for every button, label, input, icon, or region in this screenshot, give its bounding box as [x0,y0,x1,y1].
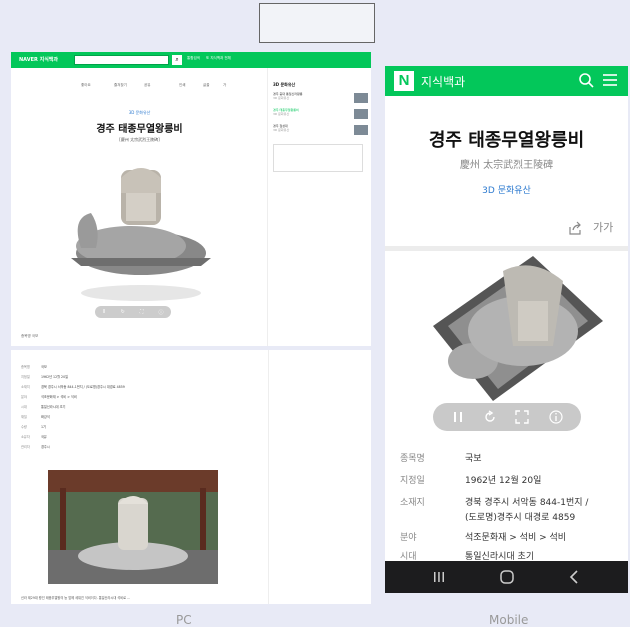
pc-tool-like[interactable]: 좋아요 [81,83,91,88]
pc-info-row: 지정일 1962년 12월 20일 [21,375,69,379]
pc-search-input[interactable] [74,55,169,65]
mobile-brand[interactable]: 지식백과 [421,73,465,90]
pc-tool-size[interactable]: 가 [223,83,226,88]
pc-info-row: 관리자 경주시 [21,445,50,449]
mobile-subtitle-link[interactable]: 3D 문화유산 [385,183,628,196]
pc-page-title: 경주 태종무열왕릉비 [96,124,183,135]
pc-label: PC [176,613,192,627]
pc-tool-share[interactable]: 공유 [144,83,150,88]
mobile-hanja-title: 慶州 太宗武烈王陵碑 [459,160,554,171]
sidebar-thumbnail [354,125,368,135]
rotate-icon[interactable]: ↻ [121,309,125,315]
back-icon[interactable] [567,569,583,585]
share-icon[interactable] [568,221,582,235]
recent-apps-icon[interactable] [431,569,447,585]
mobile-info-row: 분야 석조문화재 > 석비 > 석비 [400,533,567,543]
pc-info-row: 수량 1기 [21,425,46,429]
naver-logo[interactable]: N [394,71,414,91]
pause-icon[interactable]: II [103,309,106,315]
pc-sidebar-item[interactable]: 경주 첨성대 3D 문화유산 [273,124,368,140]
pc-sidebar-item[interactable]: 경주 중대 통일신라왕릉 3D 문화유산 [273,92,368,108]
pc-info-row: 소재지 경북 경주시 서악동 844-1번지 / (도로명)경주시 대경로 485… [21,385,125,389]
pc-search-button[interactable]: 통합검색 [187,56,200,61]
mobile-3d-model-image[interactable] [423,251,603,416]
mobile-header: N 지식백과 [385,66,628,96]
fullscreen-icon[interactable] [515,410,529,424]
mobile-info-row: 지정일 1962년 12월 20일 [400,476,542,486]
menu-icon[interactable] [603,72,617,88]
pause-icon[interactable] [451,410,465,424]
pc-sidebar-title: 3D 문화유산 [273,82,296,87]
pc-model-controls: II ↻ ⛶ ⓘ [95,306,171,318]
sidebar-ad-box[interactable] [273,144,363,172]
pc-header: NAVER 지식백과 ⌕ 통합검색 또 지식백과 전체 [11,52,371,68]
pc-info-row: 시대 통일신라시대 초기 [21,405,66,409]
fullscreen-icon[interactable]: ⛶ [140,309,144,315]
home-icon[interactable] [499,569,515,585]
pc-screenshot: NAVER 지식백과 ⌕ 통합검색 또 지식백과 전체 좋아요 즐겨찾기 공유 … [11,52,371,604]
pc-info-section: 종목명 국보 지정일 1962년 12월 20일 소재지 경북 경주시 서악동 844… [11,350,371,604]
pc-photo-caption: 신라 제29대 왕인 태종무열왕의 능 앞에 세워진 석비이다. 통일신라시대 … [21,596,131,600]
pc-3d-model-image[interactable] [61,158,221,308]
mobile-model-controls [433,403,581,431]
pc-sidebar: 3D 문화유산 경주 중대 통일신라왕릉 3D 문화유산 경주 태종무열왕릉비 … [273,82,368,172]
sidebar-thumbnail [354,93,368,103]
divider [268,350,269,604]
mobile-label: Mobile [489,613,529,627]
sidebar-thumbnail [354,109,368,119]
mobile-screenshot: N 지식백과 경주 태종무열왕릉비 慶州 太宗武烈王陵碑 3D 문화유산 가가 [385,66,628,593]
font-size-button[interactable]: 가가 [593,219,613,235]
pc-info-row: 분야 석조문화재 > 석비 > 석비 [21,395,77,399]
pc-info-row: 재질 화강석 [21,415,50,419]
pc-info-row: 종목명 국보 [21,365,47,369]
pc-meta-row: 종목명 국보 [21,334,39,338]
info-icon[interactable]: ⓘ [158,309,163,316]
search-icon[interactable]: ⌕ [172,55,182,65]
blank-placeholder-box [259,3,375,43]
pc-tool-font[interactable]: 글꼴 [203,83,209,88]
pc-header-link[interactable]: 또 지식백과 전체 [206,56,231,61]
pc-monument-photo[interactable] [48,470,218,584]
mobile-info-row: 종목명 국보 [400,454,482,464]
mobile-info-row: 소재지 경북 경주시 서악동 844-1번지 / [400,498,589,508]
pc-main-content: 좋아요 즐겨찾기 공유 인쇄 글꼴 가 3D 문화유산 경주 태종무열왕릉비 [… [11,68,268,346]
info-icon[interactable] [549,410,563,424]
pc-hanja-title: [慶州 太宗武烈王陵碑] [119,137,160,142]
pc-sidebar-item-active[interactable]: 경주 태종무열왕릉비 3D 문화유산 [273,108,368,124]
search-icon[interactable] [578,72,594,88]
mobile-title-card: 경주 태종무열왕릉비 慶州 太宗武烈王陵碑 3D 문화유산 가가 [385,96,628,246]
pc-subtitle[interactable]: 3D 문화유산 [11,110,268,116]
pc-logo[interactable]: NAVER 지식백과 [19,56,58,63]
rotate-icon[interactable] [483,410,497,424]
android-nav-bar [385,561,628,593]
pc-tool-bookmark[interactable]: 즐겨찾기 [114,83,127,88]
pc-tool-print[interactable]: 인쇄 [179,83,185,88]
pc-info-row: 소유자 국유 [21,435,47,439]
mobile-page-title: 경주 태종무열왕릉비 [428,130,585,151]
mobile-content-card: 종목명 국보 지정일 1962년 12월 20일 소재지 경북 경주시 서악동 844… [385,251,628,562]
